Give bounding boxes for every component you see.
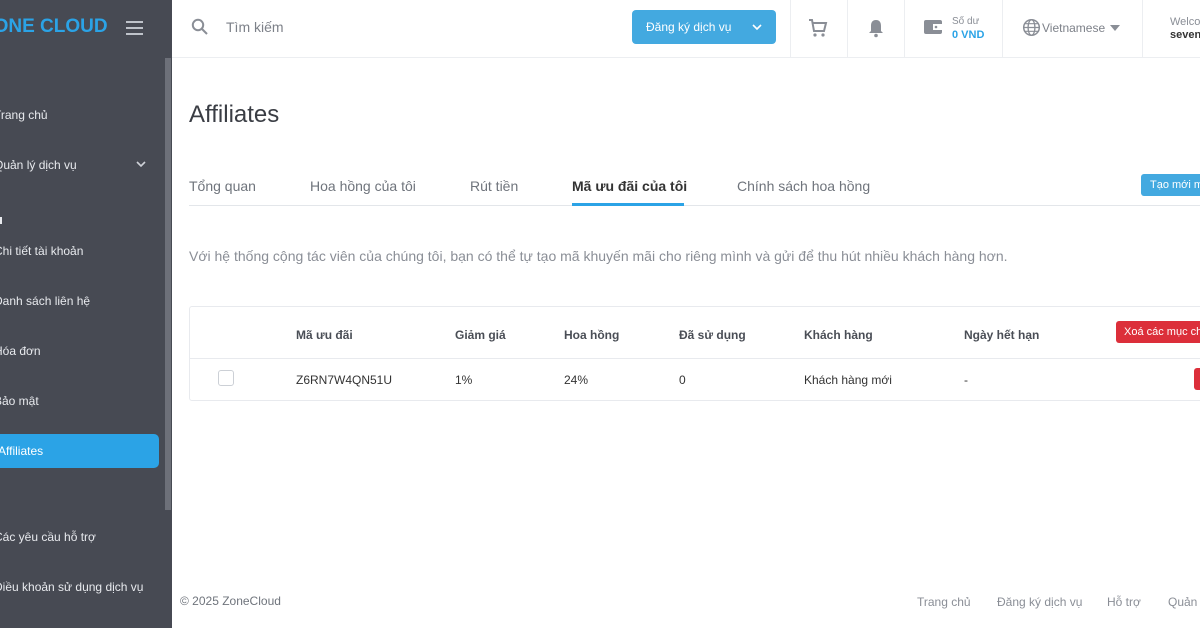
cell-commission: 24% — [564, 373, 589, 387]
welcome-label: Welcome — [1170, 16, 1200, 28]
sidebar-item-home[interactable]: Trang chủ — [0, 108, 48, 122]
globe-icon[interactable] — [1022, 18, 1041, 37]
sidebar-item-support[interactable]: Các yêu cầu hỗ trợ — [0, 530, 96, 544]
tab-withdraw[interactable]: Rút tiền — [470, 178, 518, 194]
footer-link-register[interactable]: Đăng ký dịch vụ — [997, 595, 1082, 609]
cart-icon[interactable] — [808, 18, 828, 38]
tab-commission-policy[interactable]: Chính sách hoa hồng — [737, 178, 870, 194]
sidebar: ZONE CLOUD Trang chủ Quản lý dịch vụ Chi… — [0, 0, 172, 628]
column-header-customer: Khách hàng — [804, 328, 873, 342]
cell-used: 0 — [679, 373, 686, 387]
sidebar-item-affiliates[interactable]: Affiliates — [0, 434, 159, 468]
logo[interactable]: ZONE CLOUD — [0, 16, 108, 38]
chevron-down-icon[interactable] — [135, 158, 147, 170]
top-header: Đăng ký dịch vụ Số dư 0 VND Vietnamese W… — [172, 0, 1200, 58]
sidebar-item-services[interactable]: Quản lý dịch vụ — [0, 158, 77, 172]
cell-discount: 1% — [455, 373, 473, 387]
page-title: Affiliates — [189, 101, 280, 128]
column-header-discount: Giảm giá — [455, 328, 506, 342]
tab-my-promo-codes[interactable]: Mã ưu đãi của tôi — [572, 178, 687, 194]
bell-icon[interactable] — [867, 18, 885, 38]
divider — [790, 0, 791, 58]
column-header-expiry: Ngày hết hạn — [964, 328, 1040, 342]
search-icon[interactable] — [191, 18, 209, 36]
divider — [1002, 0, 1003, 58]
menu-toggle-icon[interactable] — [126, 21, 143, 35]
tab-overview[interactable]: Tổng quan — [189, 178, 256, 194]
sidebar-item-account[interactable]: Chi tiết tài khoản — [0, 244, 83, 258]
create-code-button[interactable]: Tạo mới mã — [1141, 174, 1200, 196]
column-header-used: Đã sử dụng — [679, 328, 746, 342]
copyright: © 2025 ZoneCloud — [180, 594, 281, 608]
balance-label: Số dư — [952, 16, 980, 27]
sidebar-item-security[interactable]: Bảo mật — [0, 394, 39, 408]
divider — [904, 0, 905, 58]
delete-selected-button[interactable]: Xoá các mục chọn — [1116, 321, 1200, 343]
cell-code: Z6RN7W4QN51U — [296, 373, 393, 387]
section-marker — [0, 217, 2, 224]
column-header-commission: Hoa hồng — [564, 328, 620, 342]
sidebar-item-label: Affiliates — [0, 444, 44, 458]
register-service-label: Đăng ký dịch vụ — [646, 20, 732, 34]
sidebar-scrollbar[interactable] — [165, 58, 171, 510]
search-input[interactable] — [226, 15, 426, 39]
active-tab-indicator — [572, 203, 684, 206]
language-selector[interactable]: Vietnamese — [1042, 21, 1105, 35]
divider — [847, 0, 848, 58]
caret-down-icon[interactable] — [1110, 25, 1120, 31]
username[interactable]: sevenlab — [1170, 29, 1200, 41]
column-header-code: Mã ưu đãi — [296, 328, 353, 342]
sidebar-item-terms[interactable]: Điều khoản sử dụng dịch vụ — [0, 580, 143, 594]
footer-link-manage[interactable]: Quản lý — [1168, 595, 1200, 609]
footer-link-support[interactable]: Hỗ trợ — [1107, 595, 1141, 609]
register-service-button[interactable]: Đăng ký dịch vụ — [632, 10, 776, 44]
promo-code-table: Mã ưu đãi Giảm giá Hoa hồng Đã sử dụng K… — [189, 306, 1200, 401]
wallet-icon[interactable] — [923, 18, 943, 36]
tabs-divider — [189, 205, 1200, 206]
sidebar-item-invoices[interactable]: Hóa đơn — [0, 344, 41, 358]
footer-link-home[interactable]: Trang chủ — [917, 595, 971, 609]
page-description: Với hệ thống cộng tác viên của chúng tôi… — [189, 248, 1008, 264]
tab-my-commission[interactable]: Hoa hồng của tôi — [310, 178, 416, 194]
cell-customer: Khách hàng mới — [804, 373, 892, 387]
divider — [1142, 0, 1143, 58]
sidebar-item-contacts[interactable]: Danh sách liên hệ — [0, 294, 90, 308]
row-checkbox[interactable] — [218, 370, 234, 386]
row-delete-button[interactable] — [1194, 368, 1200, 390]
cell-expiry: - — [964, 373, 968, 387]
balance-value: 0 VND — [952, 29, 985, 41]
chevron-down-icon — [752, 24, 762, 31]
